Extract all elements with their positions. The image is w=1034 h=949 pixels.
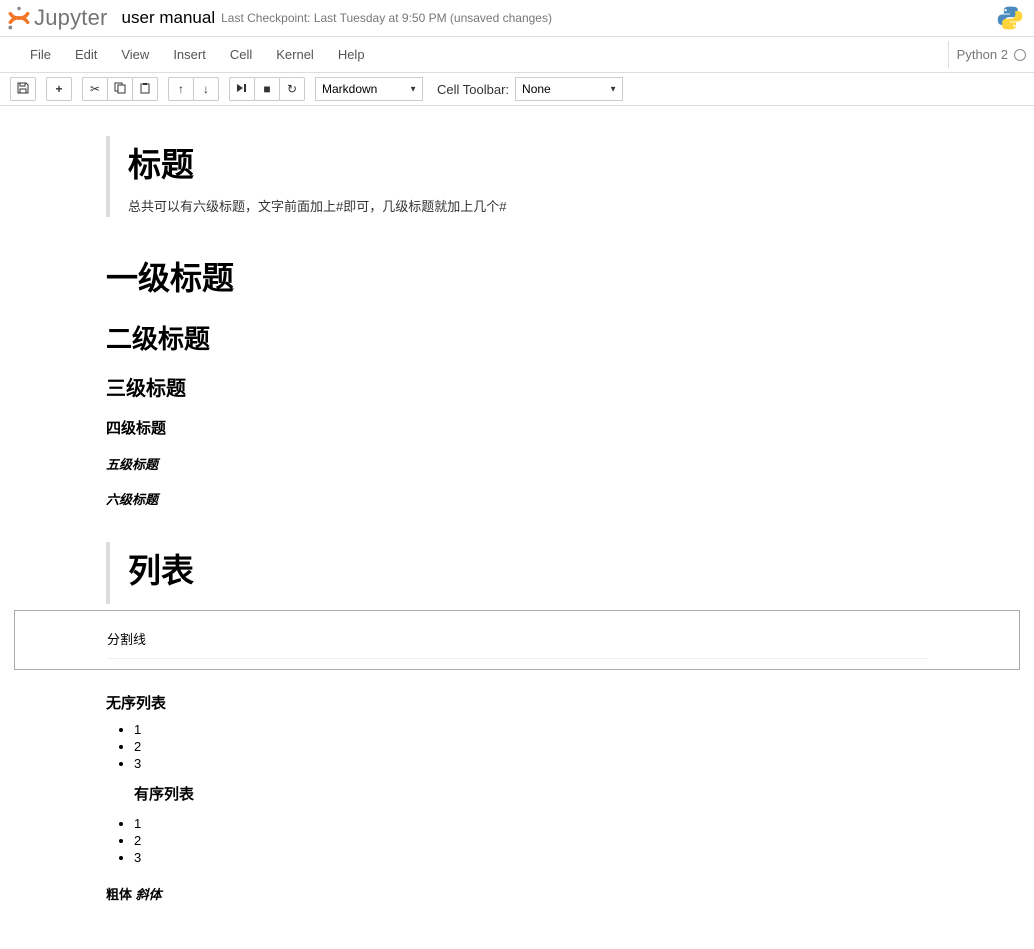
ordered-list-block: 有序列表 (106, 778, 928, 809)
save-icon (17, 82, 29, 97)
notebook-name[interactable]: user manual (122, 8, 216, 28)
list-item: 1 (134, 815, 928, 832)
add-cell-button[interactable]: + (46, 77, 72, 101)
paste-button[interactable] (132, 77, 158, 101)
logo[interactable]: Jupyter (6, 5, 108, 31)
blockquote-heading: 列表 (128, 544, 928, 592)
python-icon (996, 4, 1024, 32)
list-item: 3 (134, 755, 928, 772)
list-item: 3 (134, 849, 928, 866)
list-item: 2 (134, 738, 928, 755)
blockquote-text: 总共可以有六级标题，文字前面加上#即可，几级标题就加上几个# (128, 196, 928, 215)
stop-button[interactable]: ■ (254, 77, 280, 101)
h6-example: 六级标题 (106, 489, 928, 508)
menu-edit[interactable]: Edit (63, 41, 109, 68)
list-item: 2 (134, 832, 928, 849)
run-icon (236, 82, 248, 96)
menu-kernel[interactable]: Kernel (264, 41, 326, 68)
copy-button[interactable] (107, 77, 133, 101)
kernel-name: Python 2 (957, 47, 1008, 62)
unordered-list-label: 无序列表 (106, 692, 928, 713)
unordered-list: 1 2 3 (106, 721, 928, 772)
notebook-area: 标题 总共可以有六级标题，文字前面加上#即可，几级标题就加上几个# 一级标题 二… (0, 106, 1034, 949)
toolbar: + ✂ ↑ ↓ ■ ↻ Markdown Cell Toolbar: None (0, 73, 1034, 106)
arrow-up-icon: ↑ (178, 82, 184, 96)
list-item: 1 (134, 721, 928, 738)
cut-button[interactable]: ✂ (82, 77, 108, 101)
cell-toolbar-select[interactable]: None (515, 77, 623, 101)
menu-view[interactable]: View (109, 41, 161, 68)
menu-cell[interactable]: Cell (218, 41, 264, 68)
header-bar: Jupyter user manual Last Checkpoint: Las… (0, 0, 1034, 36)
restart-button[interactable]: ↻ (279, 77, 305, 101)
stop-icon: ■ (263, 82, 270, 96)
paste-icon (139, 82, 151, 97)
menubar: File Edit View Insert Cell Kernel Help P… (0, 36, 1034, 73)
run-button[interactable] (229, 77, 255, 101)
cell-type-select[interactable]: Markdown (315, 77, 423, 101)
markdown-cell[interactable]: 列表 (14, 522, 1020, 610)
markdown-cell[interactable]: 无序列表 1 2 3 有序列表 1 2 3 粗体 斜体 (14, 670, 1020, 909)
save-button[interactable] (10, 77, 36, 101)
logo-text: Jupyter (34, 5, 108, 31)
move-down-button[interactable]: ↓ (193, 77, 219, 101)
checkpoint-status: Last Checkpoint: Last Tuesday at 9:50 PM… (221, 11, 552, 25)
blockquote-lists: 列表 (106, 542, 928, 604)
ordered-list-label: 有序列表 (134, 783, 928, 804)
bold-label: 粗体 (106, 887, 132, 902)
blockquote-heading: 标题 (128, 138, 928, 186)
h3-example: 三级标题 (106, 372, 928, 401)
kernel-indicator: Python 2 (948, 41, 1034, 68)
cut-icon: ✂ (90, 82, 100, 96)
menu-file[interactable]: File (18, 41, 63, 68)
italic-label: 斜体 (136, 887, 162, 902)
arrow-down-icon: ↓ (203, 82, 209, 96)
move-up-button[interactable]: ↑ (168, 77, 194, 101)
separator-label: 分割线 (107, 617, 927, 648)
h1-example: 一级标题 (106, 253, 928, 299)
h4-example: 四级标题 (106, 417, 928, 438)
blockquote-titles: 标题 总共可以有六级标题，文字前面加上#即可，几级标题就加上几个# (106, 136, 928, 217)
markdown-cell-selected[interactable]: 分割线 (14, 610, 1020, 670)
h5-example: 五级标题 (106, 454, 928, 473)
horizontal-rule (107, 658, 927, 659)
markdown-cell[interactable]: 标题 总共可以有六级标题，文字前面加上#即可，几级标题就加上几个# (14, 116, 1020, 223)
copy-icon (114, 82, 126, 97)
kernel-status-icon (1014, 49, 1026, 61)
restart-icon: ↻ (287, 82, 297, 96)
ordered-list: 1 2 3 (106, 815, 928, 866)
h2-example: 二级标题 (106, 319, 928, 356)
menu-insert[interactable]: Insert (161, 41, 218, 68)
jupyter-icon (6, 5, 32, 31)
markdown-cell[interactable]: 一级标题 二级标题 三级标题 四级标题 五级标题 六级标题 (14, 223, 1020, 522)
plus-icon: + (55, 82, 62, 96)
cell-toolbar-label: Cell Toolbar: (437, 82, 509, 97)
menu-help[interactable]: Help (326, 41, 377, 68)
